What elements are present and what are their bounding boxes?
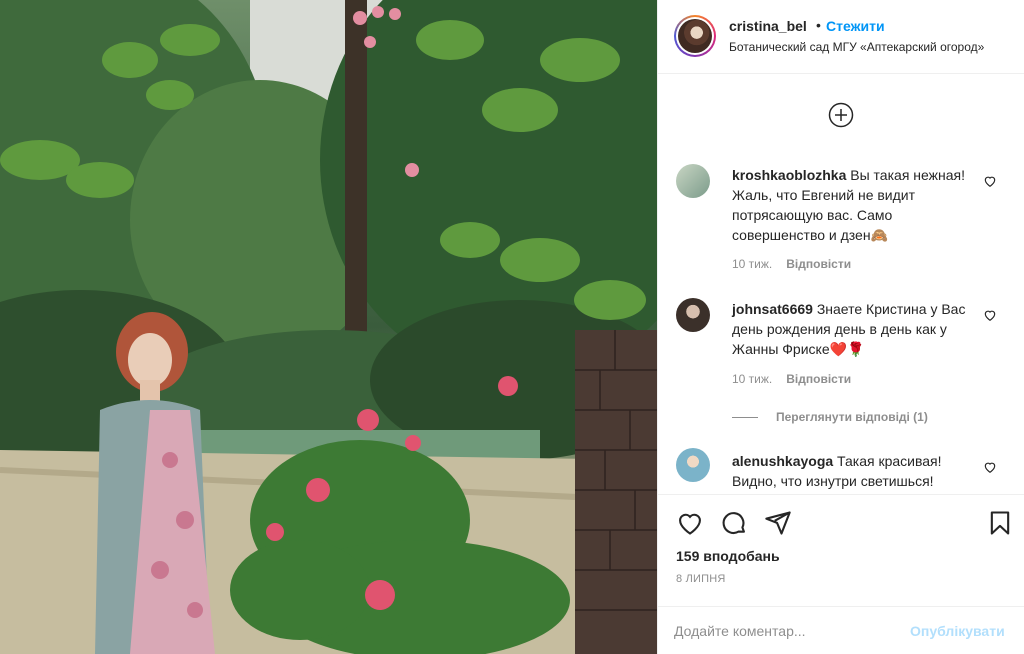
- comment-bubble-icon[interactable]: [720, 509, 748, 537]
- commenter-username[interactable]: alenushkayoga: [732, 453, 833, 469]
- publish-button[interactable]: Опублікувати: [910, 623, 1005, 639]
- bookmark-icon[interactable]: [986, 509, 1014, 537]
- load-more-comments-icon[interactable]: [828, 102, 854, 128]
- commenter-avatar[interactable]: [676, 298, 710, 332]
- view-replies-button[interactable]: Переглянути відповіді (1): [732, 410, 928, 424]
- divider-line: [732, 417, 758, 419]
- comment-meta: 10 тиж. Відповісти: [732, 257, 851, 271]
- share-paper-plane-icon[interactable]: [764, 509, 792, 537]
- post-date: 8 ЛИПНЯ: [676, 573, 726, 585]
- comment-body: johnsat6669 Знаете Кристина у Вас день р…: [732, 299, 972, 359]
- reply-button[interactable]: Відповісти: [786, 372, 851, 386]
- author-avatar[interactable]: [674, 15, 716, 57]
- comment-body: kroshkaoblozhka Вы такая нежная! Жаль, ч…: [732, 165, 972, 245]
- post-side-panel: cristina_bel • Стежити Ботанический сад …: [657, 0, 1024, 654]
- like-comment-heart-icon[interactable]: [983, 460, 997, 474]
- comment-input[interactable]: [674, 619, 894, 643]
- like-heart-icon[interactable]: [676, 509, 704, 537]
- view-replies-label: Переглянути відповіді (1): [776, 410, 928, 424]
- comment-age: 10 тиж.: [732, 257, 773, 271]
- comment-meta: 10 тиж. Відповісти: [732, 372, 851, 386]
- comment-age: 10 тиж.: [732, 372, 773, 386]
- comments-list: kroshkaoblozhka Вы такая нежная! Жаль, ч…: [658, 150, 1024, 494]
- commenter-username[interactable]: johnsat6669: [732, 301, 813, 317]
- post-actions: 159 вподобань 8 ЛИПНЯ: [658, 494, 1024, 594]
- commenter-avatar[interactable]: [676, 448, 710, 482]
- post-location[interactable]: Ботанический сад МГУ «Аптекарский огород…: [729, 40, 1011, 54]
- follow-button[interactable]: Стежити: [826, 18, 885, 34]
- commenter-avatar[interactable]: [676, 164, 710, 198]
- like-comment-heart-icon[interactable]: [983, 174, 997, 188]
- add-comment-bar: Опублікувати: [658, 606, 1024, 654]
- like-comment-heart-icon[interactable]: [983, 308, 997, 322]
- reply-button[interactable]: Відповісти: [786, 257, 851, 271]
- commenter-username[interactable]: kroshkaoblozhka: [732, 167, 846, 183]
- separator-dot: •: [816, 17, 821, 33]
- comment-body: alenushkayoga Такая красивая! Видно, что…: [732, 451, 972, 491]
- post-photo[interactable]: [0, 0, 657, 654]
- post-header: cristina_bel • Стежити Ботанический сад …: [658, 0, 1024, 74]
- author-username[interactable]: cristina_bel: [729, 18, 807, 34]
- likes-count[interactable]: 159 вподобань: [676, 548, 780, 564]
- garden-photo-illustration: [0, 0, 657, 654]
